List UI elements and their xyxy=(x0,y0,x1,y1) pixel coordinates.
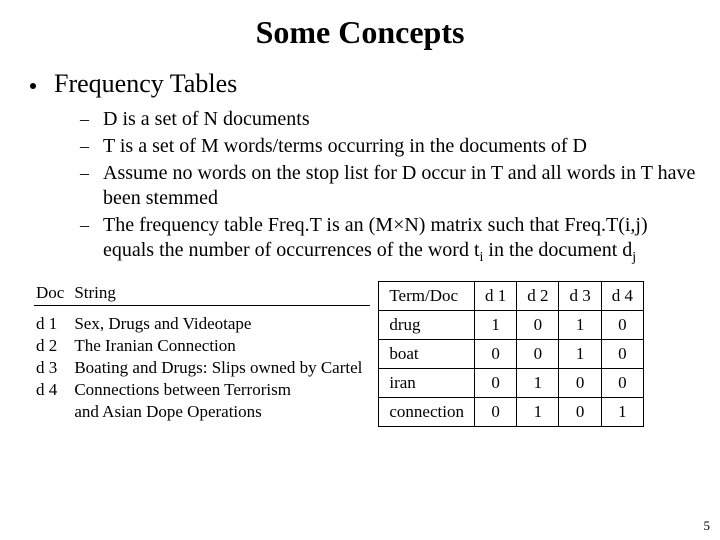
string-cell: and Asian Dope Operations xyxy=(72,401,370,423)
sub-text: The frequency table Freq.T is an (M×N) m… xyxy=(103,213,696,267)
table-row: drug 1 0 1 0 xyxy=(379,310,644,339)
freq-cell: 0 xyxy=(601,339,643,368)
bullet-item: Frequency Tables xyxy=(24,69,696,99)
freq-cell: 1 xyxy=(517,397,559,426)
doc-header: Doc xyxy=(34,281,72,306)
table-row: iran 0 1 0 0 xyxy=(379,368,644,397)
freq-header: d 4 xyxy=(601,281,643,310)
table-row: connection 0 1 0 1 xyxy=(379,397,644,426)
bullet-text: Frequency Tables xyxy=(54,69,237,99)
slide-title: Some Concepts xyxy=(24,14,696,51)
tables-row: Doc String d 1 Sex, Drugs and Videotape … xyxy=(34,281,696,427)
sub-text: D is a set of N documents xyxy=(103,107,310,132)
freq-cell: 0 xyxy=(474,339,516,368)
table-row: d 2 The Iranian Connection xyxy=(34,335,370,357)
sub-bullet: – The frequency table Freq.T is an (M×N)… xyxy=(80,213,696,267)
frequency-table: Term/Doc d 1 d 2 d 3 d 4 drug 1 0 1 0 bo… xyxy=(378,281,644,427)
doc-cell: d 3 xyxy=(34,357,72,379)
dash-icon: – xyxy=(80,136,89,157)
table-row: d 4 Connections between Terrorism xyxy=(34,379,370,401)
string-cell: The Iranian Connection xyxy=(72,335,370,357)
term-cell: boat xyxy=(379,339,475,368)
freq-cell: 1 xyxy=(559,339,601,368)
freq-cell: 0 xyxy=(601,310,643,339)
dash-icon: – xyxy=(80,109,89,130)
freq-cell: 1 xyxy=(559,310,601,339)
freq-header: d 2 xyxy=(517,281,559,310)
page-number: 5 xyxy=(704,518,711,534)
term-cell: connection xyxy=(379,397,475,426)
freq-cell: 0 xyxy=(601,368,643,397)
dash-icon: – xyxy=(80,215,89,236)
doc-cell: d 1 xyxy=(34,305,72,335)
sub-bullet: – T is a set of M words/terms occurring … xyxy=(80,134,696,159)
sub-bullet-list: – D is a set of N documents – T is a set… xyxy=(80,107,696,267)
freq-cell: 0 xyxy=(559,368,601,397)
term-cell: drug xyxy=(379,310,475,339)
freq-cell: 0 xyxy=(517,310,559,339)
freq-header: d 3 xyxy=(559,281,601,310)
doc-cell: d 4 xyxy=(34,379,72,401)
freq-cell: 0 xyxy=(559,397,601,426)
freq-header: d 1 xyxy=(474,281,516,310)
table-row: Term/Doc d 1 d 2 d 3 d 4 xyxy=(379,281,644,310)
table-row: d 1 Sex, Drugs and Videotape xyxy=(34,305,370,335)
freq-header: Term/Doc xyxy=(379,281,475,310)
doc-string-table: Doc String d 1 Sex, Drugs and Videotape … xyxy=(34,281,370,423)
string-cell: Connections between Terrorism xyxy=(72,379,370,401)
table-row: and Asian Dope Operations xyxy=(34,401,370,423)
bullet-icon xyxy=(30,83,36,89)
string-cell: Boating and Drugs: Slips owned by Cartel xyxy=(72,357,370,379)
dash-icon: – xyxy=(80,163,89,184)
table-row: d 3 Boating and Drugs: Slips owned by Ca… xyxy=(34,357,370,379)
freq-cell: 0 xyxy=(517,339,559,368)
term-cell: iran xyxy=(379,368,475,397)
sub-text: T is a set of M words/terms occurring in… xyxy=(103,134,587,159)
doc-cell: d 2 xyxy=(34,335,72,357)
freq-cell: 0 xyxy=(474,397,516,426)
sub-bullet: – Assume no words on the stop list for D… xyxy=(80,161,696,211)
sub-bullet: – D is a set of N documents xyxy=(80,107,696,132)
freq-cell: 1 xyxy=(517,368,559,397)
freq-cell: 0 xyxy=(474,368,516,397)
sub-text: Assume no words on the stop list for D o… xyxy=(103,161,696,211)
freq-cell: 1 xyxy=(601,397,643,426)
string-cell: Sex, Drugs and Videotape xyxy=(72,305,370,335)
freq-cell: 1 xyxy=(474,310,516,339)
string-header: String xyxy=(72,281,370,306)
table-row: boat 0 0 1 0 xyxy=(379,339,644,368)
